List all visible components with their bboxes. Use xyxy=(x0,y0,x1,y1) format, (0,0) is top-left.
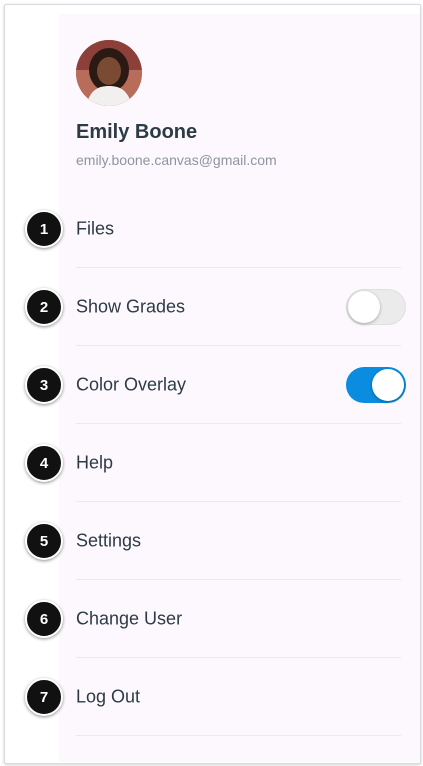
step-badge-6: 6 xyxy=(25,600,63,638)
menu-item-change-user[interactable]: 6 Change User xyxy=(0,580,423,658)
menu-item-label: Color Overlay xyxy=(76,374,187,395)
menu-item-label: Log Out xyxy=(76,686,141,707)
avatar-image xyxy=(76,40,142,106)
color-overlay-toggle[interactable] xyxy=(346,367,406,403)
menu-item-label: Help xyxy=(76,452,114,473)
menu-item-label: Files xyxy=(76,218,115,239)
step-badge-1: 1 xyxy=(25,210,63,248)
step-badge-4: 4 xyxy=(25,444,63,482)
menu-item-label: Change User xyxy=(76,608,183,629)
step-badge-3: 3 xyxy=(25,366,63,404)
menu-item-show-grades[interactable]: 2 Show Grades xyxy=(0,268,423,346)
step-badge-2: 2 xyxy=(25,288,63,326)
menu-item-log-out[interactable]: 7 Log Out xyxy=(0,658,423,736)
toggle-knob xyxy=(372,369,404,401)
menu-item-files[interactable]: 1 Files xyxy=(0,190,423,268)
divider xyxy=(76,735,401,736)
toggle-knob xyxy=(348,291,380,323)
step-badge-5: 5 xyxy=(25,522,63,560)
menu-item-label: Settings xyxy=(76,530,142,551)
menu-item-settings[interactable]: 5 Settings xyxy=(0,502,423,580)
step-badge-7: 7 xyxy=(25,678,63,716)
menu-item-label: Show Grades xyxy=(76,296,186,317)
show-grades-toggle[interactable] xyxy=(346,289,406,325)
user-email: emily.boone.canvas@gmail.com xyxy=(76,152,277,168)
avatar[interactable] xyxy=(76,40,142,106)
menu-item-help[interactable]: 4 Help xyxy=(0,424,423,502)
user-name: Emily Boone xyxy=(76,121,198,143)
menu-item-color-overlay[interactable]: 3 Color Overlay xyxy=(0,346,423,424)
